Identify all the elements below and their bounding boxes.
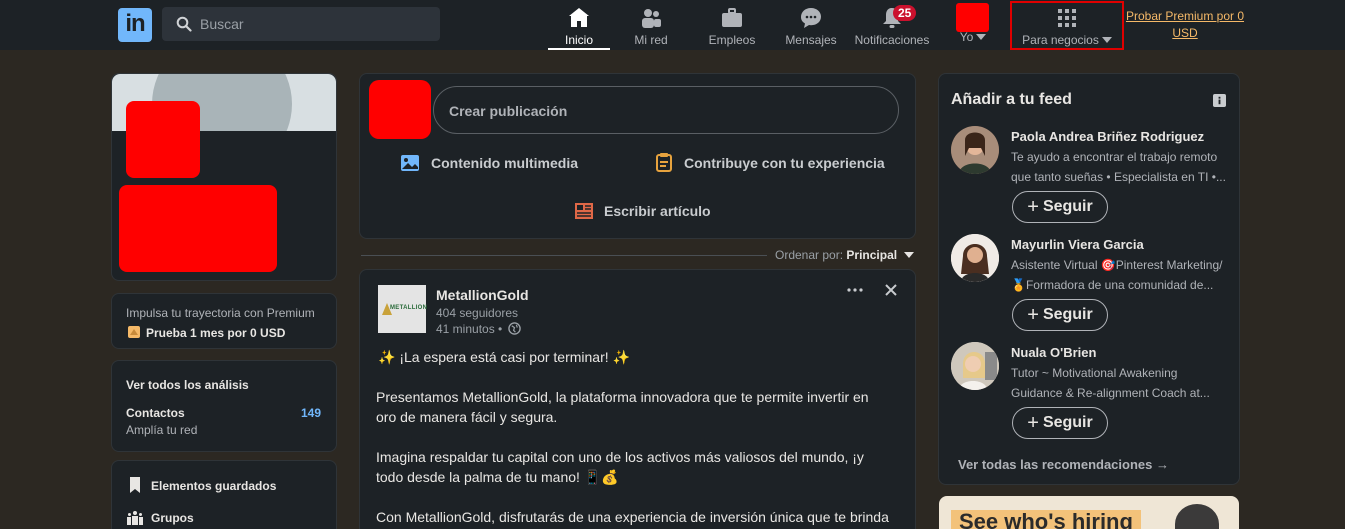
groups-link[interactable]: Grupos — [151, 511, 194, 525]
notifications-badge: 25 — [893, 5, 917, 21]
composer-avatar-redacted[interactable] — [369, 80, 431, 139]
shortcuts-card: Elementos guardados Grupos — [111, 460, 337, 529]
avatar[interactable] — [951, 126, 999, 174]
nav-me[interactable]: Yo — [945, 4, 1001, 50]
suggestion-name[interactable]: Mayurlin Viera Garcia — [1011, 237, 1144, 252]
nav-jobs[interactable]: Empleos — [700, 4, 764, 50]
person-photo — [951, 126, 999, 174]
contacts-count[interactable]: 149 — [301, 406, 321, 420]
network-icon — [642, 9, 661, 28]
post-composer: Crear publicación Contenido multimedia C… — [359, 73, 916, 239]
avatar[interactable] — [951, 342, 999, 390]
search-icon — [176, 16, 192, 32]
briefcase-icon — [722, 8, 742, 27]
top-nav: in Buscar Inicio Mi red Empleos Mensajes… — [0, 0, 1345, 50]
profile-card — [111, 73, 337, 281]
linkedin-logo[interactable]: in — [118, 8, 152, 42]
write-article-button[interactable]: Escribir artículo — [604, 203, 711, 219]
avatar[interactable] — [951, 234, 999, 282]
bookmark-icon — [130, 477, 140, 493]
premium-icon — [128, 326, 140, 338]
ad-card[interactable]: See who's hiring — [939, 496, 1239, 529]
chat-icon — [801, 8, 821, 28]
photo-icon — [401, 155, 419, 171]
article-icon — [575, 203, 593, 219]
post-author[interactable]: MetallionGold — [436, 287, 529, 303]
caret-down-icon — [904, 252, 915, 258]
premium-upsell-card[interactable]: Impulsa tu trayectoria con Premium Prueb… — [111, 293, 337, 349]
create-post-input[interactable]: Crear publicación — [433, 86, 899, 134]
home-icon — [569, 8, 589, 27]
follow-button[interactable]: + Seguir — [1012, 191, 1108, 223]
sort-dropdown[interactable]: Ordenar por: Principal — [775, 248, 915, 262]
feed-post: METALLION MetallionGold 404 seguidores 4… — [359, 269, 916, 529]
add-to-feed-card: Añadir a tu feed Paola Andrea Briñez Rod… — [938, 73, 1240, 485]
search-input[interactable]: Buscar — [162, 7, 440, 41]
person-photo — [951, 342, 999, 390]
media-button[interactable]: Contenido multimedia — [431, 155, 578, 171]
ad-headline: See who's hiring — [959, 509, 1133, 529]
suggestion-name[interactable]: Nuala O'Brien — [1011, 345, 1096, 360]
analytics-link[interactable]: Ver todos los análisis — [126, 378, 249, 392]
nav-for-business[interactable]: Para negocios — [1012, 4, 1122, 50]
experience-icon — [656, 153, 672, 172]
nav-home[interactable]: Inicio — [548, 4, 610, 50]
caret-down-icon — [1101, 37, 1112, 43]
profile-info-redacted[interactable] — [119, 185, 277, 272]
caret-down-icon — [976, 34, 987, 40]
profile-photo-redacted[interactable] — [126, 101, 200, 178]
groups-icon — [127, 511, 143, 525]
nav-messaging[interactable]: Mensajes — [782, 4, 840, 50]
person-photo — [951, 234, 999, 282]
ad-person-image — [1175, 504, 1219, 529]
info-icon[interactable] — [1213, 94, 1226, 107]
follow-button[interactable]: + Seguir — [1012, 407, 1108, 439]
nav-notifications[interactable]: Notificaciones 25 — [852, 4, 932, 50]
see-all-recommendations-link[interactable]: Ver todas las recomendaciones → — [958, 457, 1169, 472]
company-logo[interactable]: METALLION — [378, 285, 427, 333]
nav-my-network[interactable]: Mi red — [622, 4, 680, 50]
grid-icon — [1058, 9, 1076, 27]
analytics-card: Ver todos los análisis Contactos 149 Amp… — [111, 360, 337, 452]
close-icon[interactable] — [884, 283, 898, 297]
suggestion-name[interactable]: Paola Andrea Briñez Rodriguez — [1011, 129, 1204, 144]
globe-icon — [508, 322, 521, 335]
sort-divider — [361, 255, 767, 256]
more-options-icon[interactable] — [846, 286, 864, 294]
saved-items-link[interactable]: Elementos guardados — [151, 479, 276, 493]
follow-button[interactable]: + Seguir — [1012, 299, 1108, 331]
contribute-experience-button[interactable]: Contribuye con tu experiencia — [684, 155, 885, 171]
try-premium-link[interactable]: Probar Premium por 0 USD — [1124, 8, 1246, 42]
